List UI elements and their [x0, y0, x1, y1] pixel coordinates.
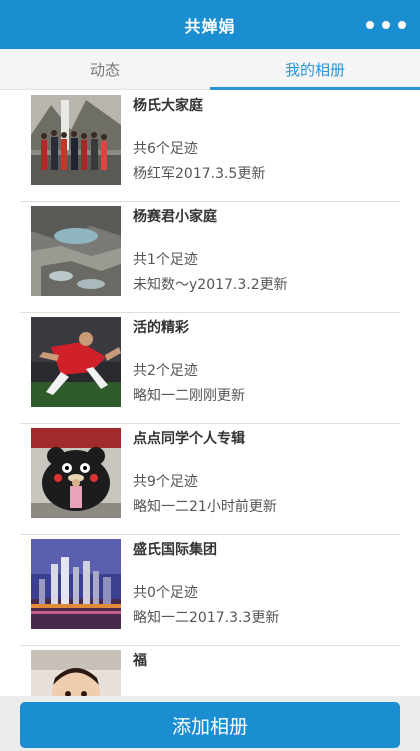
tab-bar: 动态 我的相册 — [0, 49, 420, 90]
album-updated: 略知一二刚刚更新 — [133, 388, 245, 404]
bottom-bar: 添加相册 — [0, 696, 420, 751]
album-name: 盛氏国际集团 — [133, 542, 217, 558]
album-name: 活的精彩 — [133, 320, 189, 336]
album-updated: 略知一二2017.3.3更新 — [133, 610, 280, 626]
album-list: 杨氏大家庭 共6个足迹 杨红军2017.3.5更新 杨赛君小家庭 共1个足迹 未… — [0, 91, 420, 696]
more-options-icon[interactable] — [366, 15, 406, 35]
album-item[interactable]: 点点同学个人专辑 共9个足迹 略知一二21小时前更新 — [20, 424, 400, 535]
album-footprint-count: 共1个足迹 — [133, 252, 198, 268]
album-name: 福 — [133, 653, 147, 669]
tab-moments[interactable]: 动态 — [0, 49, 210, 89]
album-updated: 未知数～y2017.3.2更新 — [133, 277, 288, 293]
album-name: 杨氏大家庭 — [133, 98, 203, 114]
album-name: 点点同学个人专辑 — [133, 431, 245, 447]
album-item[interactable]: 福 — [20, 646, 400, 696]
album-updated: 杨红军2017.3.5更新 — [133, 166, 266, 182]
page-title: 共婵娟 — [184, 16, 236, 36]
album-cover-image — [31, 206, 121, 296]
album-item[interactable]: 活的精彩 共2个足迹 略知一二刚刚更新 — [20, 313, 400, 424]
top-bar: 共婵娟 — [0, 0, 420, 49]
album-cover-image — [31, 539, 121, 629]
album-cover-image — [31, 95, 121, 185]
album-name: 杨赛君小家庭 — [133, 209, 217, 225]
album-footprint-count: 共9个足迹 — [133, 474, 198, 490]
album-item[interactable]: 盛氏国际集团 共0个足迹 略知一二2017.3.3更新 — [20, 535, 400, 646]
album-footprint-count: 共2个足迹 — [133, 363, 198, 379]
album-item[interactable]: 杨赛君小家庭 共1个足迹 未知数～y2017.3.2更新 — [20, 202, 400, 313]
album-cover-image — [31, 428, 121, 518]
album-footprint-count: 共0个足迹 — [133, 585, 198, 601]
album-cover-image — [31, 317, 121, 407]
tab-my-albums[interactable]: 我的相册 — [210, 49, 420, 90]
add-album-button[interactable]: 添加相册 — [20, 702, 400, 748]
album-footprint-count: 共6个足迹 — [133, 141, 198, 157]
album-updated: 略知一二21小时前更新 — [133, 499, 277, 515]
album-item[interactable]: 杨氏大家庭 共6个足迹 杨红军2017.3.5更新 — [20, 91, 400, 202]
album-cover-image — [31, 650, 121, 696]
